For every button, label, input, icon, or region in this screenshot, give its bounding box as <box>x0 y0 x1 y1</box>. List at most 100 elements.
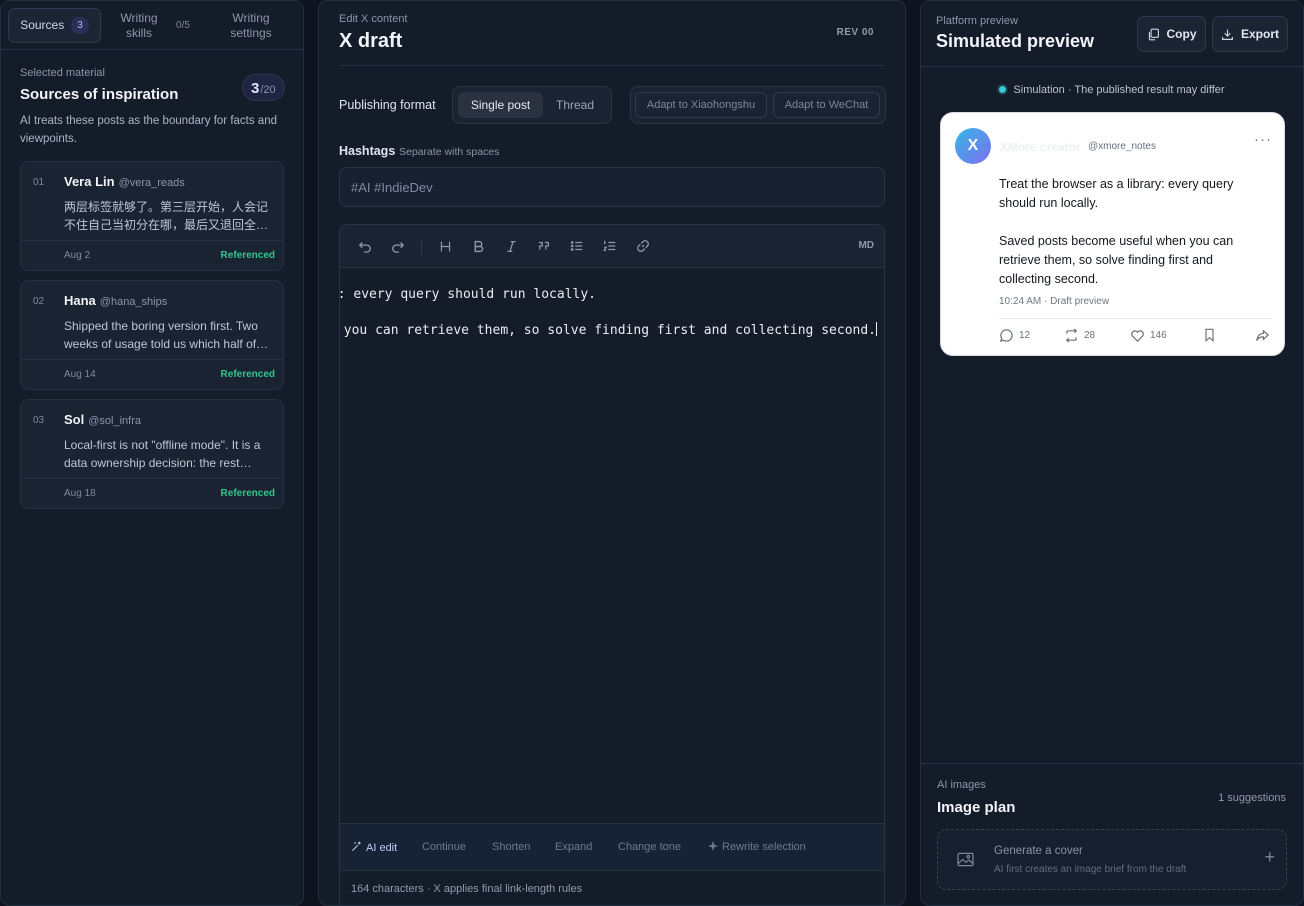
reply-action[interactable]: 12 <box>999 328 1030 343</box>
source-card[interactable]: 02 Hana @hana_ships Shipped the boring ve… <box>20 280 284 390</box>
source-card[interactable]: 03 Sol @sol_infra Local-first is not "off… <box>20 399 284 509</box>
source-number: 02 <box>33 296 45 307</box>
bookmark-action[interactable] <box>1203 328 1221 342</box>
rich-text-editor: MD : every query should run locally. you… <box>339 224 885 905</box>
tab-writing-skills[interactable]: Writing skills <box>109 8 169 43</box>
copy-label: Copy <box>1166 27 1197 41</box>
hashtags-input[interactable] <box>339 167 885 207</box>
plus-icon[interactable]: + <box>1264 847 1275 867</box>
source-excerpt: 两层标签就够了。第三层开始，人会记不住自己当初分在哪，最后又退回全文搜索。 <box>64 200 269 232</box>
like-count: 146 <box>1150 330 1167 341</box>
adapt-wechat-button[interactable]: Adapt to WeChat <box>773 92 880 118</box>
format-single-post[interactable]: Single post <box>458 92 543 118</box>
draft-title: X draft <box>339 30 403 52</box>
header-divider <box>339 65 885 66</box>
editor-line-with-caret: you can retrieve them, so solve finding … <box>344 322 877 340</box>
export-button[interactable]: Export <box>1212 16 1288 52</box>
heading-icon[interactable] <box>437 238 453 254</box>
source-author: Vera Lin @vera_reads <box>64 174 185 189</box>
post-paragraph: Saved posts become useful when you can r… <box>999 234 1234 286</box>
editor-panel: Edit X content X draft REV 00 Publishing… <box>318 0 906 906</box>
image-plan-title: Image plan <box>937 799 1016 816</box>
source-author: Sol @sol_infra <box>64 412 141 427</box>
writing-skills-count: 0/5 <box>176 20 190 31</box>
avatar: X <box>955 128 991 164</box>
text-caret <box>876 322 877 336</box>
download-icon <box>1222 29 1233 40</box>
magic-wand-icon <box>351 841 361 852</box>
source-status: Referenced <box>220 488 275 499</box>
sources-panel: Sources 3 Writing skills 0/5 Writing set… <box>0 0 304 906</box>
tab-writing-settings[interactable]: Writing settings <box>213 8 289 43</box>
character-count-bar: 164 characters · X applies final link-le… <box>340 870 884 905</box>
bold-icon[interactable] <box>470 238 486 254</box>
adapt-group: Adapt to Xiaohongshu Adapt to WeChat <box>630 86 886 124</box>
shorten-button[interactable]: Shorten <box>492 841 531 853</box>
rewrite-selection-button[interactable]: Rewrite selection <box>708 841 806 853</box>
source-excerpt: Local-first is not "offline mode". It is… <box>64 438 261 470</box>
source-number: 01 <box>33 177 45 188</box>
editor-line: : every query should run locally. <box>340 287 596 302</box>
redo-icon[interactable] <box>390 238 406 254</box>
share-icon <box>1256 329 1270 341</box>
source-card[interactable]: 01 Vera Lin @vera_reads 两层标签就够了。第三层开始，人会记… <box>20 161 284 271</box>
author-handle: @xmore_notes <box>1088 141 1156 152</box>
continue-button[interactable]: Continue <box>422 841 466 853</box>
source-status: Referenced <box>220 369 275 380</box>
source-name: Vera Lin <box>64 174 115 189</box>
source-footer: Aug 18 Referenced <box>21 478 283 508</box>
post-divider <box>999 318 1271 319</box>
source-counter: 3 /20 <box>242 74 285 101</box>
tab-writing-settings-label: Writing settings <box>230 10 272 40</box>
source-handle: @hana_ships <box>99 296 168 308</box>
markdown-toggle[interactable]: MD <box>858 240 874 251</box>
generate-cover-card[interactable]: Generate a cover AI first creates an ima… <box>937 829 1287 890</box>
like-action[interactable]: 146 <box>1130 328 1167 343</box>
simulation-note-text: Simulation · The published result may di… <box>1013 84 1225 96</box>
source-date: Aug 14 <box>64 369 96 380</box>
ai-edit-button[interactable]: AI edit <box>351 841 397 854</box>
format-thread[interactable]: Thread <box>545 92 605 118</box>
left-tabs: Sources 3 Writing skills 0/5 Writing set… <box>1 1 303 50</box>
adapt-xiaohongshu-button[interactable]: Adapt to Xiaohongshu <box>635 92 767 118</box>
source-number: 03 <box>33 415 45 426</box>
undo-icon[interactable] <box>357 238 373 254</box>
format-toggle: Single post Thread <box>452 86 612 124</box>
ai-images-eyebrow: AI images <box>937 779 986 791</box>
reply-icon <box>999 329 1013 343</box>
preview-header: Platform preview Simulated preview Copy … <box>921 1 1303 67</box>
ai-actions-bar: AI edit Continue Shorten Expand Change t… <box>340 823 884 870</box>
publishing-format-label: Publishing format <box>339 98 436 112</box>
italic-icon[interactable] <box>503 238 519 254</box>
source-counter-total: /20 <box>260 84 276 96</box>
author-name: XMore creator <box>1000 140 1081 154</box>
editor-content[interactable]: : every query should run locally. you ca… <box>340 283 884 803</box>
revision-label: REV 00 <box>836 27 874 38</box>
simulation-note: Simulation · The published result may di… <box>921 84 1303 96</box>
link-icon[interactable] <box>635 238 651 254</box>
share-action[interactable] <box>1255 328 1275 343</box>
copy-icon <box>1148 28 1159 40</box>
preview-panel: Platform preview Simulated preview Copy … <box>920 0 1304 906</box>
more-icon[interactable]: ··· <box>1254 131 1272 148</box>
change-tone-button[interactable]: Change tone <box>618 841 681 853</box>
post-preview-card: X XMore creator @xmore_notes ··· Treat t… <box>940 112 1285 356</box>
source-handle: @sol_infra <box>88 415 141 427</box>
hashtags-hint: Separate with spaces <box>399 146 500 158</box>
repost-action[interactable]: 28 <box>1064 328 1095 343</box>
toolbar-divider <box>421 238 422 255</box>
sources-title: Sources of inspiration <box>20 86 179 103</box>
rewrite-selection-label: Rewrite selection <box>722 841 806 853</box>
source-date: Aug 18 <box>64 488 96 499</box>
source-footer: Aug 14 Referenced <box>21 359 283 389</box>
bullet-list-icon[interactable] <box>569 238 585 254</box>
tab-sources[interactable]: Sources 3 <box>8 8 101 43</box>
tab-sources-count: 3 <box>71 17 89 34</box>
repost-icon <box>1065 328 1078 343</box>
expand-button[interactable]: Expand <box>555 841 592 853</box>
source-counter-value: 3 <box>251 80 260 97</box>
quote-icon[interactable] <box>536 238 552 254</box>
numbered-list-icon[interactable] <box>602 238 618 254</box>
editor-line-text: you can retrieve them, so solve finding … <box>343 323 876 338</box>
copy-button[interactable]: Copy <box>1137 16 1206 52</box>
